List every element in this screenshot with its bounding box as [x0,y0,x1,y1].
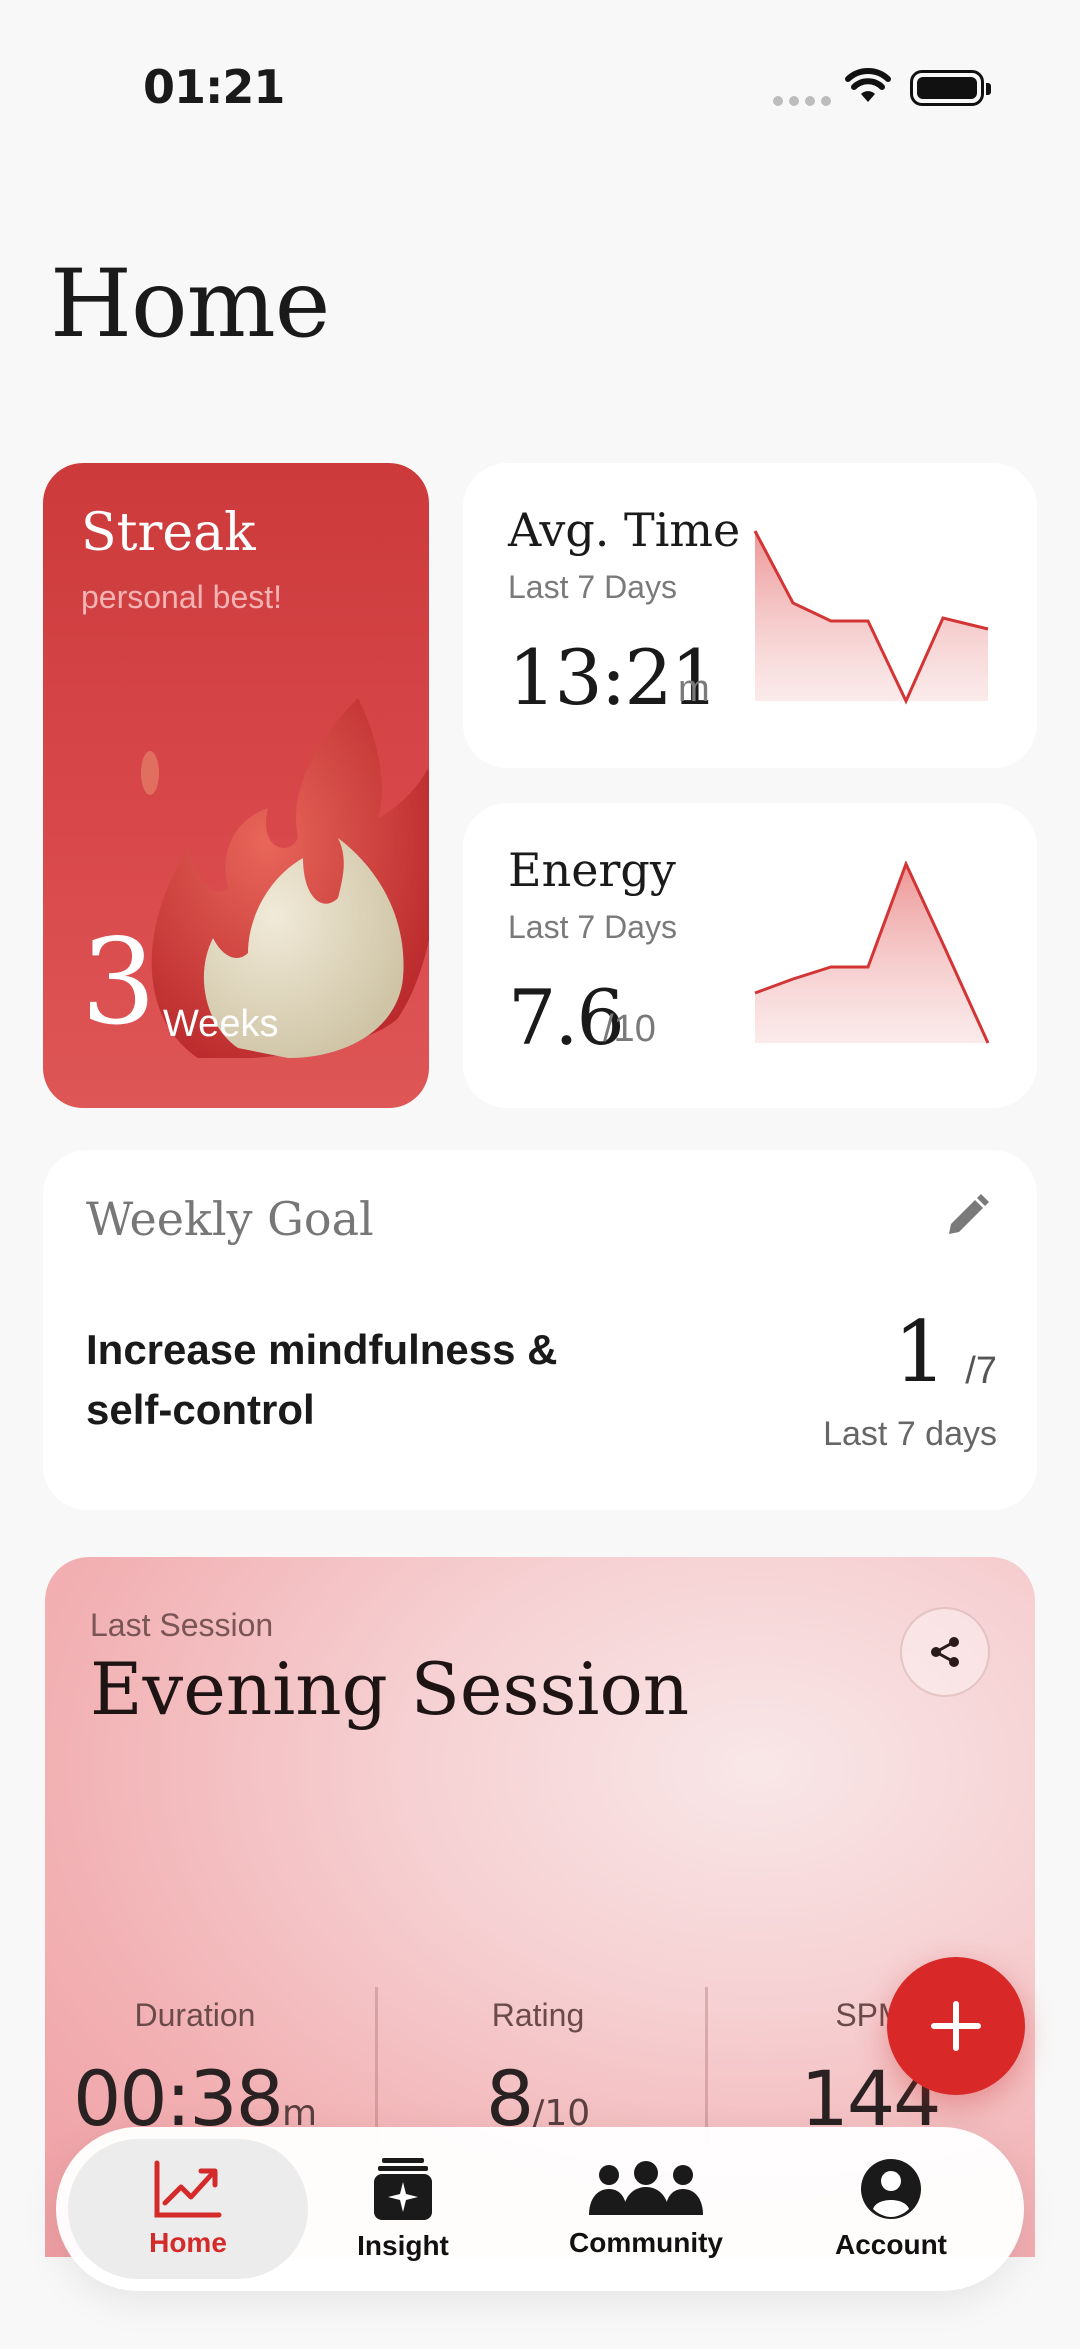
avg-time-period: Last 7 Days [508,569,677,605]
status-bar: 01:21 [0,0,1080,170]
streak-card[interactable]: Streak personal best! 3 Weeks [43,463,429,1108]
energy-unit: /10 [603,1008,656,1050]
energy-card[interactable]: Energy Last 7 Days 7.6 /10 [463,803,1037,1108]
energy-period: Last 7 Days [508,909,677,945]
weekly-goal-period: Last 7 days [823,1415,997,1453]
session-stat-duration: Duration 00:38m [45,1997,345,2143]
cellular-signal-icon [773,96,831,106]
plus-icon [931,2001,981,2051]
stat-label: Duration [134,1997,256,2033]
account-avatar-icon [861,2159,921,2219]
energy-sparkline [754,861,990,1044]
avg-time-unit: m [678,668,710,710]
bottom-tab-bar: Home Insight Community Account [56,2127,1024,2291]
tab-label: Home [149,2227,227,2258]
weekly-goal-text: Increase mindfulness & self-control [86,1326,558,1433]
battery-icon [910,70,991,106]
avg-time-sparkline [753,530,989,705]
tab-label: Insight [357,2230,449,2261]
session-stat-rating: Rating 8/10 [388,1997,688,2143]
weekly-goal-title: Weekly Goal [86,1192,374,1246]
page-title: Home [50,250,330,359]
share-icon [931,1637,959,1667]
stat-label: Rating [491,1997,585,2033]
weekly-goal-total: /7 [965,1350,997,1392]
streak-title: Streak [81,503,256,563]
tab-label: Account [835,2229,947,2260]
weekly-goal-card[interactable]: Weekly Goal Increase mindfulness & self-… [43,1150,1037,1510]
streak-unit: Weeks [163,1003,279,1045]
tab-home[interactable]: Home [68,2139,308,2279]
tab-label: Community [569,2227,723,2258]
avg-time-card[interactable]: Avg. Time Last 7 Days 13:21 m [463,463,1037,768]
tab-insight[interactable]: Insight [308,2139,498,2279]
chart-trend-icon [154,2160,222,2218]
last-session-title: Evening Session [90,1647,690,1731]
sparkle-card-icon [374,2158,432,2220]
add-session-button[interactable] [887,1957,1025,2095]
last-session-label: Last Session [90,1607,274,1643]
avg-time-title: Avg. Time [508,503,741,557]
tab-community[interactable]: Community [526,2139,766,2279]
tab-account[interactable]: Account [791,2139,991,2279]
edit-pencil-icon[interactable] [943,1192,991,1240]
energy-title: Energy [508,843,676,897]
people-group-icon [589,2161,703,2215]
streak-subtitle: personal best! [81,579,283,615]
weekly-goal-progress: 1 [893,1303,947,1401]
status-time: 01:21 [143,60,285,114]
share-button[interactable] [900,1607,990,1697]
stat-divider [705,1987,708,2147]
stat-divider [375,1987,378,2147]
streak-value: 3 [81,913,157,1051]
wifi-icon [845,68,891,102]
